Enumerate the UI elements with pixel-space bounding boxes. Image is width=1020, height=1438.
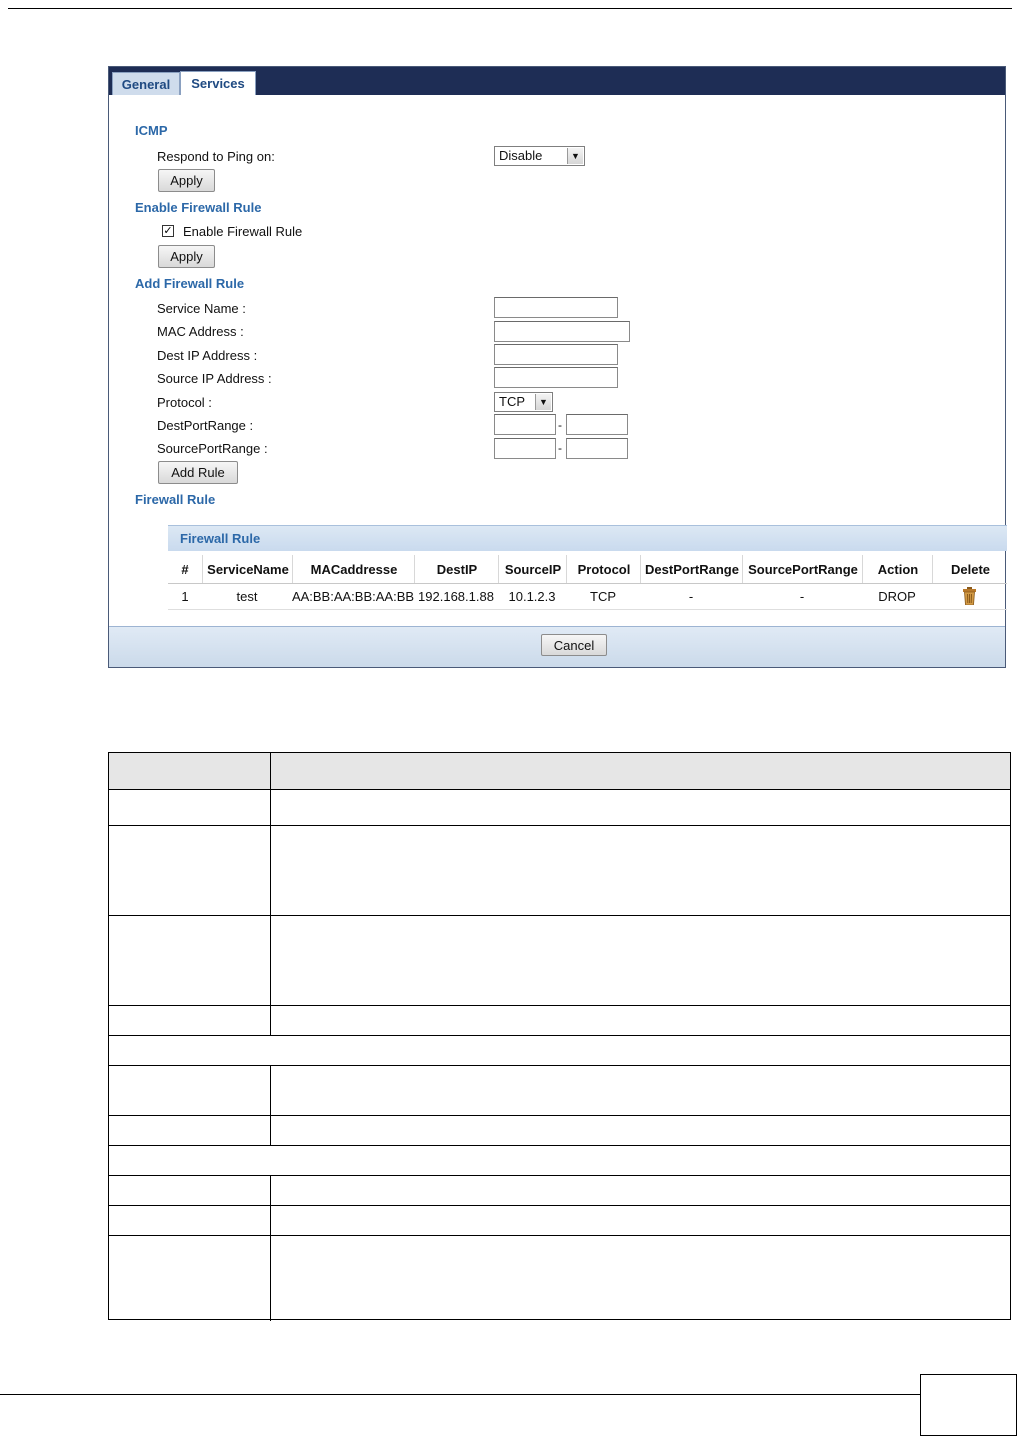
- enable-firewall-checkbox[interactable]: ✓: [162, 225, 174, 237]
- cell-mac-address: AA:BB:AA:BB:AA:BB: [291, 588, 415, 604]
- cell-protocol: TCP: [590, 588, 616, 604]
- col-action: Action: [862, 555, 933, 583]
- description-row: [109, 1176, 1010, 1206]
- col-index: #: [181, 561, 189, 577]
- enable-firewall-section-title: Enable Firewall Rule: [135, 200, 262, 215]
- tab-general[interactable]: General: [112, 72, 180, 95]
- cell-dest-port-range: -: [688, 588, 694, 604]
- mac-address-label: MAC Address :: [157, 324, 244, 339]
- add-firewall-section-title: Add Firewall Rule: [135, 276, 245, 291]
- description-row: [109, 916, 1010, 1006]
- icmp-apply-button[interactable]: Apply: [158, 169, 215, 192]
- dest-port-dash: -: [558, 418, 562, 432]
- icmp-section-title: ICMP: [135, 123, 168, 138]
- col-service-name: ServiceName: [202, 555, 293, 583]
- description-row: [109, 1006, 1010, 1036]
- footer-bar: Cancel: [109, 626, 1005, 667]
- description-row: [109, 826, 1010, 916]
- page-number-box: [920, 1374, 1017, 1436]
- table-row: 1 test AA:BB:AA:BB:AA:BB 192.168.1.88 10…: [168, 583, 1007, 610]
- col-mac-address: MACaddresse: [292, 555, 415, 583]
- respond-to-ping-value: Disable: [499, 148, 543, 163]
- page-bottom-rule: [0, 1394, 920, 1395]
- description-row: [109, 1066, 1010, 1116]
- description-row: [109, 790, 1010, 826]
- source-port-start-input[interactable]: [494, 438, 556, 459]
- source-ip-label: Source IP Address :: [157, 371, 272, 386]
- cell-source-port-range: -: [799, 588, 805, 604]
- table-header-row: # ServiceName MACaddresse DestIP SourceI…: [168, 555, 1007, 584]
- source-port-dash: -: [558, 441, 562, 455]
- cell-index: 1: [181, 588, 189, 604]
- services-screenshot: General Services ICMP Respond to Ping on…: [108, 66, 1007, 668]
- col-dest-port-range: DestPortRange: [640, 555, 743, 583]
- respond-to-ping-label: Respond to Ping on:: [157, 149, 275, 164]
- trash-icon: [963, 587, 976, 605]
- col-delete: Delete: [932, 555, 1008, 583]
- checkmark-icon: ✓: [163, 224, 173, 237]
- description-table: [108, 752, 1011, 1321]
- chevron-down-icon: ▼: [535, 394, 551, 410]
- dest-ip-input[interactable]: [494, 344, 618, 365]
- description-section-row: [109, 1146, 1010, 1176]
- protocol-select[interactable]: TCP ▼: [494, 392, 553, 412]
- source-port-end-input[interactable]: [566, 438, 628, 459]
- source-port-range-label: SourcePortRange :: [157, 441, 268, 456]
- tab-services[interactable]: Services: [180, 71, 256, 95]
- dest-port-range-label: DestPortRange :: [157, 418, 254, 433]
- firewall-rule-table: Firewall Rule # ServiceName MACaddresse …: [168, 525, 1007, 638]
- cancel-button[interactable]: Cancel: [541, 634, 607, 656]
- protocol-label: Protocol :: [157, 395, 212, 410]
- dest-port-end-input[interactable]: [566, 414, 628, 435]
- delete-rule-button[interactable]: [932, 583, 1007, 609]
- description-row: [109, 1206, 1010, 1236]
- dest-ip-label: Dest IP Address :: [157, 348, 258, 363]
- chevron-down-icon: ▼: [567, 148, 583, 164]
- description-column-divider: [270, 1176, 271, 1321]
- cell-action: DROP: [878, 588, 916, 604]
- description-section-row: [109, 1036, 1010, 1066]
- page-top-rule: [8, 8, 1012, 9]
- enable-firewall-checkbox-label: Enable Firewall Rule: [183, 224, 303, 239]
- firewall-rule-section-title: Firewall Rule: [135, 492, 216, 507]
- service-name-input[interactable]: [494, 297, 618, 318]
- service-name-label: Service Name :: [157, 301, 246, 316]
- firewall-rule-table-title: Firewall Rule: [168, 525, 1007, 551]
- description-column-divider: [270, 1066, 271, 1146]
- col-source-ip: SourceIP: [498, 555, 567, 583]
- description-row: [109, 1116, 1010, 1146]
- description-header-row: [109, 753, 1010, 790]
- col-dest-ip: DestIP: [414, 555, 499, 583]
- dest-port-start-input[interactable]: [494, 414, 556, 435]
- cell-dest-ip: 192.168.1.88: [418, 588, 494, 604]
- col-protocol: Protocol: [566, 555, 641, 583]
- protocol-value: TCP: [499, 394, 525, 409]
- description-column-divider: [270, 753, 271, 1036]
- enable-firewall-apply-button[interactable]: Apply: [158, 245, 215, 268]
- tab-bar: General Services: [109, 67, 1005, 95]
- col-source-port-range: SourcePortRange: [742, 555, 863, 583]
- source-ip-input[interactable]: [494, 367, 618, 388]
- cell-service-name: test: [236, 588, 258, 604]
- add-rule-button[interactable]: Add Rule: [158, 461, 238, 484]
- cell-source-ip: 10.1.2.3: [508, 588, 556, 604]
- mac-address-input[interactable]: [494, 321, 630, 342]
- respond-to-ping-select[interactable]: Disable ▼: [494, 146, 585, 166]
